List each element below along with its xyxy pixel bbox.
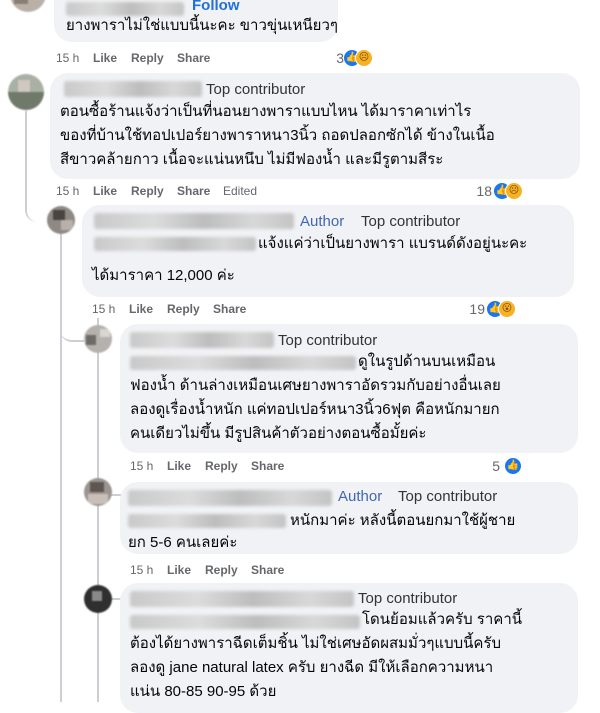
reaction-summary[interactable]: 18 👍 ☹: [466, 182, 526, 200]
reply-button[interactable]: Reply: [205, 563, 238, 577]
commenter-name-redacted: [94, 213, 294, 229]
share-button[interactable]: Share: [213, 302, 246, 316]
comment-text: ฟองน้ำ ด้านล่างเหมือนเศษยางพาราอัดรวมกับ…: [130, 377, 501, 394]
avatar[interactable]: [8, 74, 44, 110]
edited-label: Edited: [223, 184, 258, 198]
comment-text: แน่น 80-85 90-95 ด้วย: [130, 683, 277, 700]
share-button[interactable]: Share: [251, 563, 284, 577]
reaction-summary[interactable]: 19 👍 😮: [459, 300, 519, 318]
reaction-summary[interactable]: 3 👍 ☹: [316, 49, 376, 67]
comment-text: ของที่บ้านใช้ทอปเปอร์ยางพาราหนา3นิ้ว ถอด…: [60, 127, 495, 144]
comment-text: ต้องได้ยางพาราฉีดเต็มชิ้น ไม่ใช่เศษอัดผส…: [130, 635, 502, 652]
reaction-count: 18: [476, 183, 492, 199]
follow-link[interactable]: Follow: [192, 0, 240, 14]
comment-text: แจ้งแค่ว่าเป็นยางพารา แบรนด์ดังอยู่นะคะ: [258, 235, 528, 252]
comment-text: สีขาวคล้ายกาว เนื้อจะแน่นหนึบ ไม่มีฟองน้…: [60, 151, 444, 168]
avatar[interactable]: [47, 206, 75, 234]
commenter-name-redacted: [128, 514, 286, 528]
commenter-name-redacted: [130, 332, 274, 348]
like-button[interactable]: Like: [167, 563, 191, 577]
top-contributor-badge: Top contributor: [398, 488, 498, 505]
comment-text: ดูในรูปด้านบนเหมือน: [358, 353, 496, 370]
comment-text: ลองดู jane natural latex ครับ ยางฉีด มีใ…: [130, 659, 494, 676]
comment-text: คนเดียวไม่ขึ้น มีรูปสินค้าตัวอย่างตอนซื้…: [130, 425, 427, 442]
comment-bubble: Top contributor ดูในรูปด้านบนเหมือน ฟองน…: [120, 324, 578, 453]
comment-actions: 15 h Like Reply Share Edited: [56, 184, 316, 200]
commenter-name-redacted: [64, 81, 202, 97]
reply-connector: [25, 110, 47, 222]
comment-bubble: Follow ยางพาราไม่ใช่แบบนี้นะคะ ขาวขุ่นเห…: [54, 0, 338, 42]
commenter-name-redacted: [130, 591, 354, 607]
timestamp: 15 h: [130, 459, 154, 473]
commenter-name-redacted: [130, 615, 360, 629]
comment-actions: 15 h Like Reply Share: [92, 302, 292, 318]
comment-bubble: Top contributor โดนย้อมแล้วครับ ราคานี้ …: [120, 583, 578, 713]
share-button[interactable]: Share: [177, 184, 210, 198]
comment-actions: 15 h Like Reply Share: [130, 563, 330, 579]
share-button[interactable]: Share: [251, 459, 284, 473]
top-contributor-badge: Top contributor: [278, 332, 378, 349]
comment-text: หนักมาค่ะ หลังนี้ตอนยกมาใช้ผู้ชาย: [290, 512, 516, 529]
reply-button[interactable]: Reply: [131, 184, 164, 198]
reply-connector: [97, 350, 121, 496]
like-button[interactable]: Like: [93, 51, 117, 65]
comment-text: ยก 5-6 คนเลยค่ะ: [128, 534, 238, 551]
author-badge: Author: [338, 488, 383, 505]
comment-bubble: Author Top contributor แจ้งแค่ว่าเป็นยาง…: [82, 205, 574, 297]
comment-bubble: Top contributor ตอนซื้อร้านแจ้งว่าเป็นที…: [50, 73, 580, 179]
reaction-count: 19: [469, 301, 485, 317]
wow-icon: 😮: [498, 300, 516, 318]
timestamp: 15 h: [56, 184, 80, 198]
timestamp: 15 h: [92, 302, 116, 316]
reply-button[interactable]: Reply: [205, 459, 238, 473]
commenter-name-redacted: [130, 356, 356, 370]
top-contributor-badge: Top contributor: [358, 590, 458, 607]
like-button[interactable]: Like: [167, 459, 191, 473]
like-button[interactable]: Like: [93, 184, 117, 198]
commenter-name-redacted: [94, 237, 256, 251]
timestamp: 15 h: [56, 51, 80, 65]
reply-connector: [60, 232, 84, 342]
timestamp: 15 h: [130, 563, 154, 577]
reaction-count: 5: [492, 458, 500, 474]
reply-button[interactable]: Reply: [167, 302, 200, 316]
comment-actions: 15 h Like Reply Share: [130, 459, 330, 475]
comment-text: ลองดูเรื่องน้ำหนัก แค่ทอปเปอร์หนา3นิ้ว6ฟ…: [130, 401, 500, 418]
reaction-summary[interactable]: 5 👍: [480, 457, 524, 475]
comment-text: ได้มาราคา 12,000 ค่ะ: [92, 267, 235, 284]
avatar[interactable]: [84, 325, 112, 353]
comment-text: โดนย้อมแล้วครับ ราคานี้: [362, 611, 522, 628]
sad-icon: ☹: [505, 182, 523, 200]
comment-text: ยางพาราไม่ใช่แบบนี้นะคะ ขาวขุ่นเหนียวๆ: [66, 17, 338, 34]
like-button[interactable]: Like: [129, 302, 153, 316]
share-button[interactable]: Share: [177, 51, 210, 65]
author-badge: Author: [300, 213, 345, 230]
comment-actions: 15 h Like Reply Share: [56, 51, 256, 67]
comment-bubble: Author Top contributor หนักมาค่ะ หลังนี้…: [120, 482, 578, 554]
commenter-name-redacted: [128, 490, 332, 506]
avatar[interactable]: [10, 0, 46, 12]
sad-icon: ☹: [355, 49, 373, 67]
like-icon: 👍: [504, 457, 522, 475]
top-contributor-badge: Top contributor: [361, 213, 461, 230]
reply-button[interactable]: Reply: [131, 51, 164, 65]
top-contributor-badge: Top contributor: [206, 81, 306, 98]
avatar[interactable]: [84, 585, 112, 613]
comment-text: ตอนซื้อร้านแจ้งว่าเป็นที่นอนยางพาราแบบไห…: [60, 103, 472, 120]
